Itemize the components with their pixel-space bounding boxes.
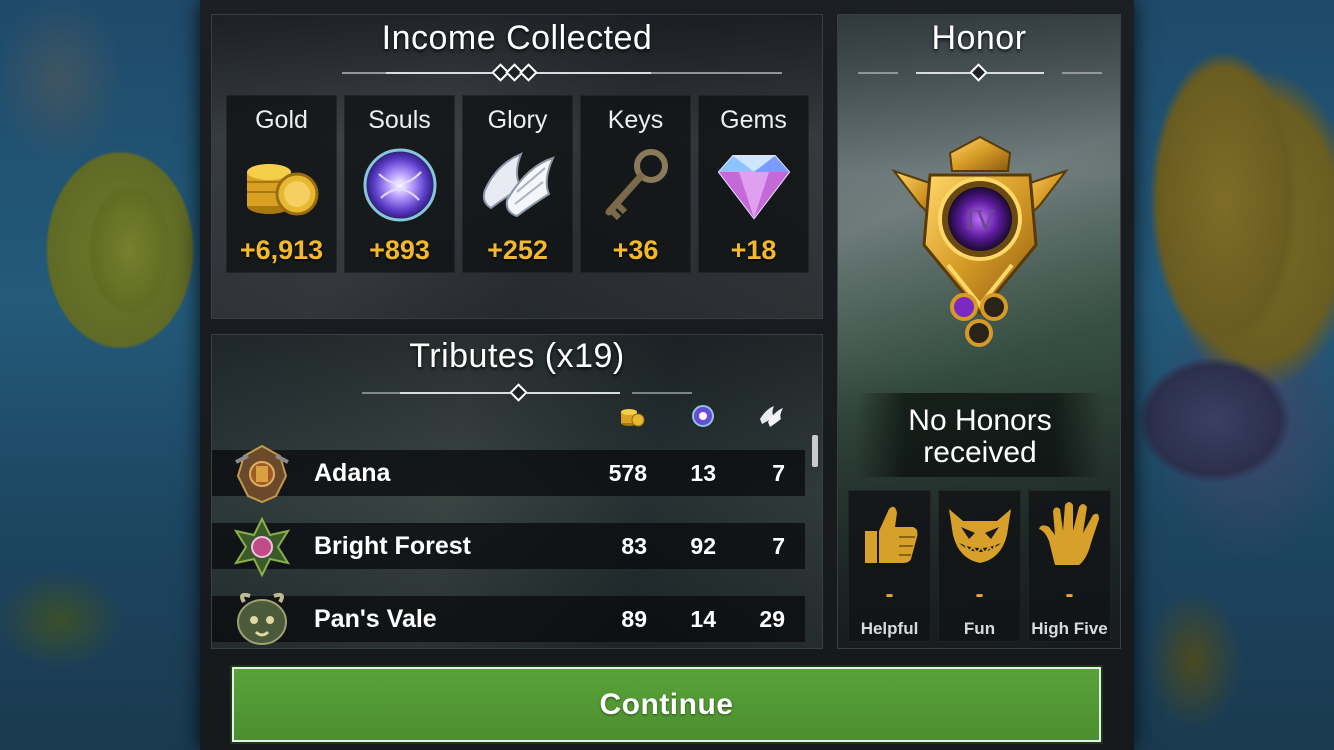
resource-card-glory: Glory +252 [462,95,573,273]
tribute-gold: 83 [621,533,647,559]
honor-panel: Honor IV No Honors received - Helpful - … [837,14,1121,649]
honor-high-five-button[interactable]: - High Five [1028,490,1111,642]
soul-orb-icon [363,148,436,222]
resource-value: +893 [369,235,430,265]
tributes-scrollbar[interactable] [812,435,818,467]
tribute-name: Adana [314,459,391,487]
honor-helpful-button[interactable]: - Helpful [848,490,931,642]
resource-name: Souls [368,106,431,134]
resource-name: Gold [255,106,308,134]
tributes-panel: Tributes (x19) Adana 578 13 7 Bright For… [211,334,823,649]
tribute-row-pans-vale: Pan's Vale 89 14 29 [212,592,805,645]
resource-card-souls: Souls +893 [344,95,455,273]
gem-icon [717,155,790,220]
tribute-gold: 578 [608,460,647,486]
bright-forest-crest-icon [233,516,291,578]
tribute-gold: 89 [621,606,647,632]
resource-value: +18 [730,235,777,265]
income-divider [342,63,782,82]
open-hand-icon [1038,502,1099,565]
souls-column-icon [692,405,714,427]
tribute-name: Pan's Vale [314,605,437,633]
thumbs-up-icon [864,506,917,563]
world-map-background-right [1134,0,1334,750]
resource-name: Keys [607,106,664,134]
tribute-souls: 14 [690,606,716,632]
gold-coins-icon [246,164,318,216]
continue-button[interactable]: Continue [232,667,1101,742]
tribute-row-adana: Adana 578 13 7 [212,444,805,504]
income-panel: Income Collected Gold +6,913 Souls +893 … [211,14,823,319]
resource-value: +6,913 [239,235,324,265]
honor-label: High Five [1031,619,1108,638]
tribute-glory: 7 [772,460,785,486]
tribute-glory: 7 [772,533,785,559]
resource-card-gold: Gold +6,913 [226,95,337,273]
tribute-souls: 13 [690,460,716,486]
glory-column-icon [760,406,783,427]
honor-count: - [975,581,984,608]
resource-value: +36 [612,235,659,265]
honor-label: Fun [963,619,996,638]
rank-numeral: IV [965,206,995,236]
resource-name: Glory [487,106,548,134]
honor-divider [858,63,1102,82]
honor-fun-button[interactable]: - Fun [938,490,1021,642]
resource-card-gems: Gems +18 [698,95,809,273]
resource-card-keys: Keys +36 [580,95,691,273]
tribute-name: Bright Forest [314,532,471,560]
world-map-background-left [0,0,200,750]
resource-value: +252 [487,235,548,265]
key-icon [605,149,668,221]
income-title: Income Collected [381,19,653,57]
tributes-title: Tributes (x19) [409,337,625,375]
honor-count: - [885,581,894,608]
adana-crest-icon [235,444,289,504]
tributes-divider [362,383,692,402]
glory-wings-icon [482,152,555,218]
pans-vale-crest-icon [237,592,287,645]
tribute-souls: 92 [690,533,716,559]
tribute-row-bright-forest: Bright Forest 83 92 7 [212,516,805,578]
tribute-glory: 29 [759,606,785,632]
gold-column-icon [621,409,645,427]
resource-name: Gems [720,106,787,134]
honor-status: No Honors received [856,393,1104,477]
honor-rank-badge-icon: IV [891,135,1069,347]
grinning-mask-icon [948,509,1011,563]
honor-title: Honor [931,19,1027,57]
honor-label: Helpful [860,619,919,638]
honor-count: - [1065,581,1074,608]
